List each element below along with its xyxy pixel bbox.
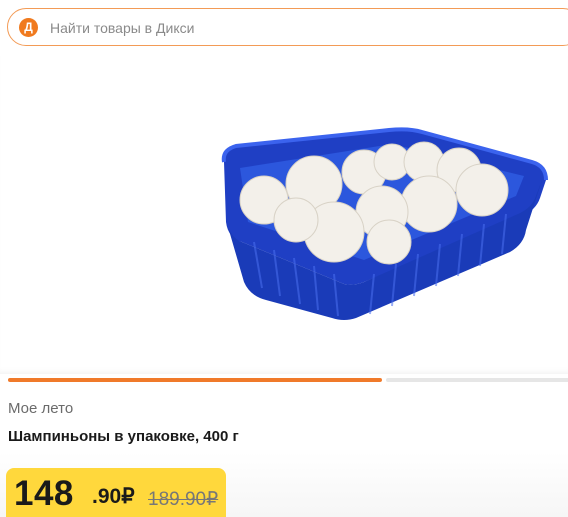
price-badge: 148 .90₽ 189.90₽: [6, 468, 226, 517]
price-current-integer: 148: [14, 474, 74, 513]
price-old: 189.90₽: [148, 489, 219, 510]
mushrooms-tray-image: [221, 127, 548, 320]
product-page: Д Найти товары в Дикси Мое лето Шампиньо…: [0, 0, 568, 517]
product-image-gallery[interactable]: [0, 56, 568, 374]
product-title: Шампиньоны в упаковке, 400 г: [8, 428, 239, 445]
product-brand: Мое лето: [8, 400, 74, 417]
search-input[interactable]: [48, 16, 552, 40]
price-current-fraction: .90₽: [92, 485, 135, 508]
slide-indicator[interactable]: [386, 378, 568, 382]
gallery-progress: [8, 378, 568, 382]
search-bar[interactable]: Д: [7, 8, 568, 46]
slide-indicator-active[interactable]: [8, 378, 382, 382]
dixy-logo-icon: Д: [19, 18, 38, 37]
